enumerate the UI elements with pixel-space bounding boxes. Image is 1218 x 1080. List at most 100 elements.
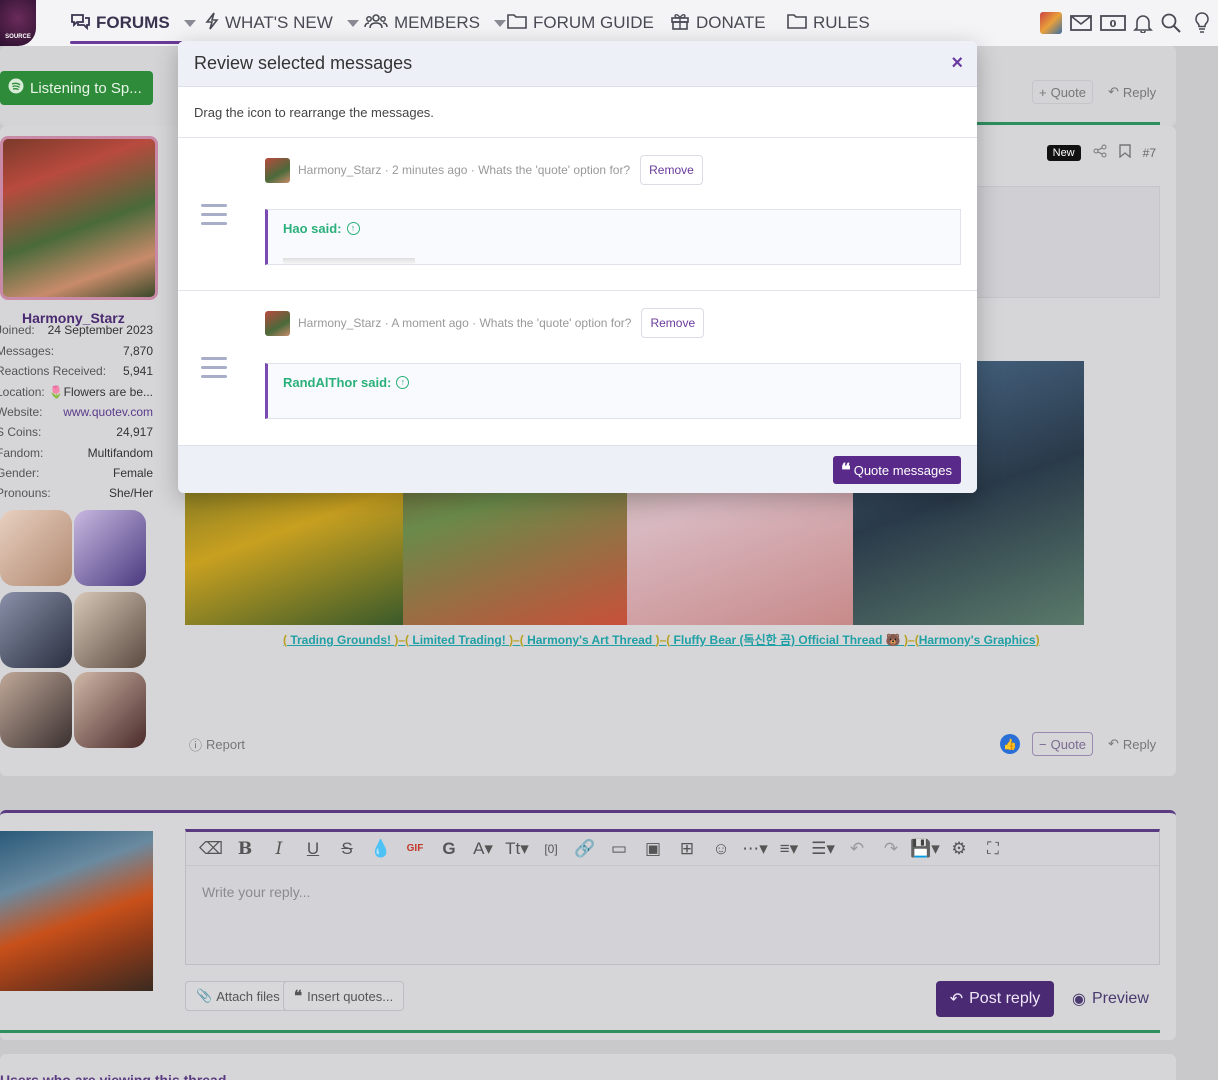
quote-messages-button[interactable]: ❝ Quote messages <box>833 456 961 484</box>
stat-value: Female <box>112 466 153 480</box>
close-icon[interactable]: × <box>951 53 963 73</box>
quote-icon: ❝ <box>294 987 302 1005</box>
gif-icon[interactable]: GIF <box>398 843 432 854</box>
drag-handle-icon[interactable] <box>201 357 227 384</box>
stat-label: Reactions Received: <box>0 364 107 378</box>
mail-icon[interactable] <box>1068 10 1094 36</box>
stat-value: 7,870 <box>122 344 153 358</box>
nav-rules[interactable]: RULES <box>787 0 870 46</box>
post-reply-button[interactable]: ↶ Post reply <box>936 981 1054 1017</box>
bookmark-icon[interactable] <box>1118 144 1131 161</box>
nav-donate[interactable]: DONATE <box>670 0 766 46</box>
bell-icon[interactable] <box>1130 10 1156 36</box>
user-stat-row: Reactions Received: 5,941 <box>0 364 153 378</box>
arrow-up-icon[interactable]: ↑ <box>346 222 360 235</box>
stat-value: 5,941 <box>122 364 153 378</box>
font-size-icon[interactable]: Tt▾ <box>500 839 534 859</box>
stat-value: She/Her <box>108 486 153 500</box>
banner-image <box>0 510 72 586</box>
coins-icon[interactable]: [0] <box>534 842 568 856</box>
chevron-down-icon[interactable] <box>493 19 506 27</box>
signature-link[interactable]: Limited Trading! <box>412 633 505 647</box>
avatar[interactable] <box>0 136 158 300</box>
share-icon[interactable] <box>1093 144 1107 161</box>
align-icon[interactable]: ≡▾ <box>772 839 806 859</box>
message-meta: Harmony_Starz · 2 minutes ago · Whats th… <box>265 155 703 185</box>
fullscreen-icon[interactable]: ⛶ <box>976 839 1010 859</box>
banner-image <box>0 672 72 748</box>
folder-icon <box>787 13 807 34</box>
video-icon[interactable]: ▭ <box>602 839 636 859</box>
folder-icon <box>507 13 527 34</box>
attach-files-button[interactable]: 📎 Attach files <box>185 981 291 1011</box>
signature-link[interactable]: Fluffy Bear (독신한 곰) Official Thread 🐻 <box>674 633 901 647</box>
account-avatar[interactable] <box>1038 10 1064 36</box>
post-number[interactable]: #7 <box>1143 146 1156 160</box>
reply-button[interactable]: ↶ Reply <box>1102 732 1162 756</box>
eraser-icon[interactable]: ⌫ <box>194 839 228 859</box>
search-icon[interactable] <box>1158 10 1184 36</box>
listening-status[interactable]: Listening to Sp... <box>0 71 153 105</box>
list-icon[interactable]: ☰▾ <box>806 839 840 859</box>
avatar <box>265 157 290 183</box>
undo-icon[interactable]: ↶ <box>840 839 874 859</box>
quote-button[interactable]: + Quote <box>1032 80 1094 104</box>
smiley-icon[interactable]: ☺ <box>704 839 738 859</box>
bold-icon[interactable]: B <box>228 839 262 859</box>
coins-icon[interactable]: 0 <box>1100 10 1126 36</box>
nav-forums[interactable]: FORUMS <box>70 0 196 46</box>
quote-attribution[interactable]: RandAlThor said: ↑ <box>283 375 410 390</box>
reply-textarea[interactable]: Write your reply... <box>186 866 1159 918</box>
font-family-icon[interactable]: A▾ <box>466 839 500 859</box>
gear-icon[interactable]: ⚙ <box>942 839 976 859</box>
site-logo[interactable]: SOURCE <box>0 0 36 46</box>
eye-icon: ◉ <box>1072 991 1086 1008</box>
modal-header: Review selected messages × <box>178 41 977 87</box>
signature-link[interactable]: Harmony's Graphics <box>919 633 1036 647</box>
redo-icon[interactable]: ↷ <box>874 839 908 859</box>
quote-icon: ❝ <box>841 459 851 481</box>
quote-button[interactable]: − Quote <box>1032 732 1094 756</box>
nav-forum-guide[interactable]: FORUM GUIDE <box>507 0 654 46</box>
drag-handle-icon[interactable] <box>201 204 227 231</box>
italic-icon[interactable]: I <box>262 839 296 859</box>
lightbulb-icon[interactable] <box>1189 10 1215 36</box>
like-icon[interactable]: 👍 <box>1000 734 1020 754</box>
link-icon[interactable]: 🔗 <box>568 839 602 859</box>
strikethrough-icon[interactable]: S <box>330 839 364 859</box>
table-icon[interactable]: ⊞ <box>670 839 704 859</box>
drafts-icon[interactable]: 💾▾ <box>908 839 942 859</box>
more-icon[interactable]: ⋯▾ <box>738 839 772 859</box>
image-icon[interactable]: ▣ <box>636 839 670 859</box>
nav-members[interactable]: MEMBERS <box>364 0 506 46</box>
stat-label: Messages: <box>0 344 55 358</box>
remove-button[interactable]: Remove <box>641 308 705 338</box>
reply-editor[interactable]: ⌫ B I U S 💧 GIF G A▾ Tt▾ [0] 🔗 ▭ ▣ ⊞ ☺ ⋯… <box>185 829 1160 965</box>
nav-whats-new[interactable]: WHAT'S NEW <box>205 0 359 46</box>
stat-value[interactable]: www.quotev.com <box>63 405 153 419</box>
avatar <box>0 831 153 991</box>
underline-icon[interactable]: U <box>296 839 330 859</box>
color-icon[interactable]: 💧 <box>364 839 398 859</box>
chevron-down-icon[interactable] <box>346 19 359 27</box>
arrow-up-icon[interactable]: ↑ <box>396 376 410 389</box>
stat-label: Joined: <box>0 323 35 337</box>
bolt-icon <box>205 12 219 35</box>
user-stat-row: Gender: Female <box>0 466 153 480</box>
report-button[interactable]: ⓘ Report <box>183 732 251 756</box>
insert-quotes-button[interactable]: ❝ Insert quotes... <box>283 981 405 1011</box>
user-stat-row: Website: www.quotev.com <box>0 405 153 419</box>
remove-button[interactable]: Remove <box>640 155 703 185</box>
chevron-down-icon[interactable] <box>183 19 196 27</box>
signature-link[interactable]: Harmony's Art Thread <box>527 633 652 647</box>
user-stat-row: Joined: 24 September 2023 <box>0 323 153 337</box>
paperclip-icon: 📎 <box>196 988 213 1003</box>
reply-icon: ↶ <box>949 991 964 1008</box>
quote-attribution[interactable]: Hao said: ↑ <box>283 221 360 236</box>
banner-image <box>74 592 146 668</box>
reply-icon: ↶ <box>1108 84 1119 99</box>
reply-button[interactable]: ↶ Reply <box>1102 80 1162 104</box>
signature-link[interactable]: Trading Grounds! <box>290 633 391 647</box>
google-font-icon[interactable]: G <box>432 839 466 859</box>
preview-button[interactable]: ◉ Preview <box>1072 989 1149 1009</box>
